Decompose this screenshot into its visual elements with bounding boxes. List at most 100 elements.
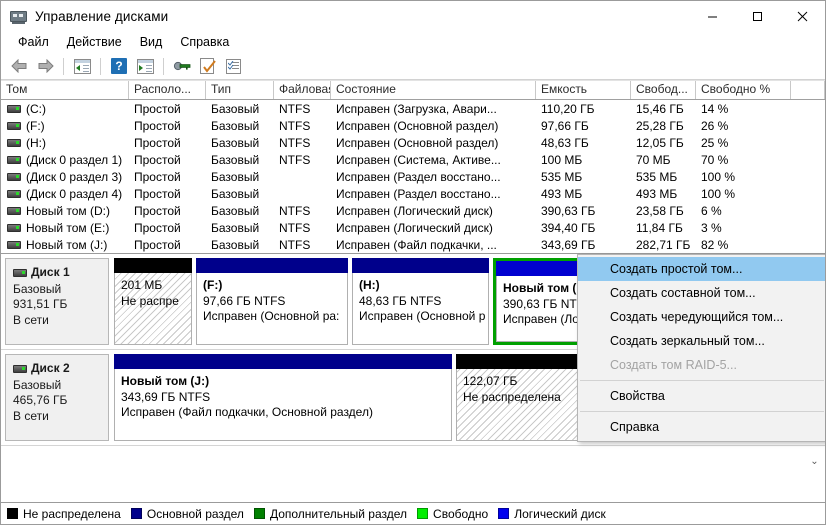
legend-swatch [417, 508, 429, 519]
cell-status: Исправен (Основной раздел) [336, 135, 499, 150]
scroll-down-chevron-icon[interactable]: ⌄ [809, 456, 820, 467]
cell-layout: Простой [134, 101, 181, 116]
close-button[interactable] [780, 1, 825, 31]
disk-management-window: Управление дисками Файл Действие Вид Спр… [0, 0, 826, 525]
cell-status: Исправен (Раздел восстано... [336, 169, 501, 184]
menu-action[interactable]: Действие [58, 33, 131, 51]
menu-bar: Файл Действие Вид Справка [1, 31, 825, 53]
help-icon: ? [111, 58, 127, 74]
maximize-button[interactable] [735, 1, 780, 31]
partition-block[interactable]: 201 МБ Не распре [114, 258, 192, 345]
column-header-type[interactable]: Тип [206, 81, 274, 99]
table-row[interactable]: (C:) Простой Базовый NTFS Исправен (Загрузка… [1, 100, 825, 117]
show-action-pane-button[interactable] [133, 55, 157, 77]
cell-filesystem: NTFS [279, 203, 311, 218]
legend-label: Дополнительный раздел [269, 506, 408, 521]
menu-help[interactable]: Справка [171, 33, 238, 51]
drive-icon [7, 240, 21, 249]
legend-swatch [498, 508, 510, 519]
disk-state: В сети [13, 312, 49, 327]
table-row[interactable]: (Диск 0 раздел 3) Простой Базовый Исправен … [1, 168, 825, 185]
cell-layout: Простой [134, 220, 181, 235]
rescan-disks-button[interactable] [196, 55, 220, 77]
cell-free: 25,28 ГБ [636, 118, 684, 133]
cell-volume: Новый том (E:) [1, 221, 129, 235]
menu-file[interactable]: Файл [9, 33, 58, 51]
table-row[interactable]: Новый том (D:) Простой Базовый NTFS Исправен… [1, 202, 825, 219]
table-row[interactable]: Новый том (E:) Простой Базовый NTFS Исправен… [1, 219, 825, 236]
cell-volume-label: (Диск 0 раздел 3) [26, 169, 123, 184]
column-header-filesystem[interactable]: Файловая с... [274, 81, 331, 99]
cell-volume: (Диск 0 раздел 3) [1, 170, 129, 184]
context-menu-item[interactable]: Создать зеркальный том... [578, 329, 825, 353]
volume-table-body: (C:) Простой Базовый NTFS Исправен (Загрузка… [1, 100, 825, 253]
back-button[interactable] [7, 55, 31, 77]
context-menu-item[interactable]: Свойства [578, 384, 825, 408]
context-menu-item[interactable]: Создать составной том... [578, 281, 825, 305]
cell-layout: Простой [134, 152, 181, 167]
forward-button[interactable] [33, 55, 57, 77]
partition-block[interactable]: Новый том (J:) 343,69 ГБ NTFS Исправен (Фа… [114, 354, 452, 441]
toolbar-separator [63, 57, 64, 75]
disk-state: В сети [13, 408, 49, 423]
cell-type: Базовый [211, 135, 260, 150]
context-menu-item[interactable]: Справка [578, 415, 825, 439]
column-header-volume[interactable]: Том [1, 81, 129, 99]
show-hide-console-tree-icon [73, 58, 91, 74]
cell-free: 535 МБ [636, 169, 678, 184]
context-menu-item[interactable]: Создать простой том... [578, 257, 825, 281]
show-console-tree-button[interactable] [70, 55, 94, 77]
list-view-icon [226, 58, 242, 74]
partition-block[interactable]: (F:) 97,66 ГБ NTFS Исправен (Основной ра: [196, 258, 348, 345]
cell-free-percent: 100 % [701, 186, 736, 201]
partition-label: (F:) [203, 278, 223, 292]
cell-type: Базовый [211, 152, 260, 167]
cell-volume: Новый том (D:) [1, 204, 129, 218]
column-header-capacity[interactable]: Емкость [536, 81, 631, 99]
table-row[interactable]: (F:) Простой Базовый NTFS Исправен (Основной… [1, 117, 825, 134]
cell-status: Исправен (Раздел восстано... [336, 186, 501, 201]
table-row[interactable]: (Диск 0 раздел 1) Простой Базовый NTFS Испра… [1, 151, 825, 168]
table-row[interactable]: (Диск 0 раздел 4) Простой Базовый Исправен … [1, 185, 825, 202]
back-arrow-icon [10, 59, 26, 73]
cell-filesystem: NTFS [279, 101, 311, 116]
menu-view[interactable]: Вид [131, 33, 172, 51]
cell-type: Базовый [211, 169, 260, 184]
legend-swatch [253, 508, 265, 519]
cell-layout: Простой [134, 186, 181, 201]
legend-label: Логический диск [514, 506, 606, 521]
disk-info-panel[interactable]: Диск 1 Базовый 931,51 ГБ В сети [5, 258, 109, 345]
cell-capacity: 493 МБ [541, 186, 583, 201]
column-header-layout[interactable]: Располо... [129, 81, 206, 99]
rescan-disks-icon [200, 58, 216, 74]
context-menu-item[interactable]: Создать чередующийся том... [578, 305, 825, 329]
disk-icon [13, 364, 27, 373]
cell-volume: (C:) [1, 102, 129, 116]
cell-status: Исправен (Основной раздел) [336, 118, 499, 133]
volume-table-header: Том Располо... Тип Файловая с... Состоян… [1, 80, 825, 100]
help-button[interactable]: ? [107, 55, 131, 77]
column-header-status[interactable]: Состояние [331, 81, 536, 99]
properties-button[interactable] [170, 55, 194, 77]
legend-bar: Не распределена Основной раздел Дополнител… [1, 502, 825, 524]
show-hide-action-pane-icon [136, 58, 154, 74]
disk-type: Базовый [13, 377, 62, 392]
partition-capacity-bar [114, 354, 452, 369]
table-row[interactable]: (H:) Простой Базовый NTFS Исправен (Основной… [1, 134, 825, 151]
cell-layout: Простой [134, 237, 181, 252]
drive-icon [7, 121, 21, 130]
cell-layout: Простой [134, 118, 181, 133]
cell-filesystem: NTFS [279, 118, 311, 133]
cell-capacity: 390,63 ГБ [541, 203, 596, 218]
column-header-free-percent[interactable]: Свободно % [696, 81, 791, 99]
table-row[interactable]: Новый том (J:) Простой Базовый NTFS Исправен… [1, 236, 825, 253]
list-view-button[interactable] [222, 55, 246, 77]
column-header-free[interactable]: Свобод... [631, 81, 696, 99]
minimize-button[interactable] [690, 1, 735, 31]
disk-info-panel[interactable]: Диск 2 Базовый 465,76 ГБ В сети [5, 354, 109, 441]
context-menu-item: Создать том RAID-5... [610, 358, 737, 372]
drive-icon [7, 172, 21, 181]
partition-block[interactable]: (H:) 48,63 ГБ NTFS Исправен (Основной р [352, 258, 489, 345]
cell-capacity: 100 МБ [541, 152, 583, 167]
window-title: Управление дисками [35, 8, 169, 24]
